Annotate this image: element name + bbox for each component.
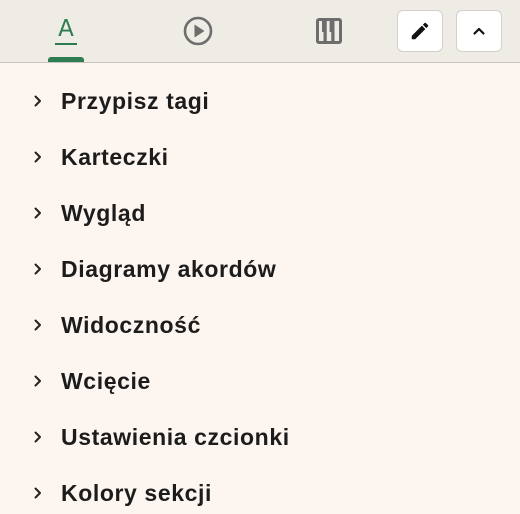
menu-item-label: Diagramy akordów [61, 255, 277, 282]
menu-item-label: Wygląd [61, 199, 146, 226]
chevron-up-icon [473, 27, 485, 35]
menu-item-label: Wcięcie [61, 367, 151, 394]
menu-item-visibility[interactable]: Widoczność [0, 297, 520, 353]
text-format-glyph: A [58, 15, 74, 42]
menu-item-chord-diagrams[interactable]: Diagramy akordów [0, 241, 520, 297]
chevron-right-icon [32, 151, 44, 163]
settings-menu: Przypisz tagi Karteczki Wygląd Diagramy … [0, 73, 520, 514]
menu-item-label: Widoczność [61, 311, 201, 338]
menu-item-label: Przypisz tagi [61, 87, 210, 114]
play-circle-icon [183, 16, 213, 46]
settings-panel: A Przypisz tagi Karteczki Wygląd Diagram… [0, 0, 520, 514]
chevron-right-icon [32, 95, 44, 107]
menu-item-label: Ustawienia czcionki [61, 423, 290, 450]
chevron-right-icon [32, 319, 44, 331]
pencil-icon [411, 22, 429, 40]
tab-text-format[interactable]: A [36, 0, 96, 62]
menu-item-section-colors[interactable]: Kolory sekcji [0, 465, 520, 514]
chevron-right-icon [32, 375, 44, 387]
menu-item-indent[interactable]: Wcięcie [0, 353, 520, 409]
tab-playback[interactable] [168, 0, 228, 62]
active-tab-indicator [48, 57, 84, 62]
menu-item-assign-tags[interactable]: Przypisz tagi [0, 73, 520, 129]
collapse-button[interactable] [456, 10, 502, 52]
menu-item-appearance[interactable]: Wygląd [0, 185, 520, 241]
chevron-right-icon [32, 263, 44, 275]
piano-icon [316, 18, 342, 44]
chevron-right-icon [32, 487, 44, 499]
menu-item-label: Kolory sekcji [61, 479, 212, 506]
menu-item-font-settings[interactable]: Ustawienia czcionki [0, 409, 520, 465]
menu-item-notes[interactable]: Karteczki [0, 129, 520, 185]
menu-item-label: Karteczki [61, 143, 169, 170]
text-format-icon: A [55, 15, 77, 45]
tab-piano[interactable] [299, 0, 359, 62]
tab-bar: A [0, 0, 520, 63]
chevron-right-icon [32, 207, 44, 219]
chevron-right-icon [32, 431, 44, 443]
edit-button[interactable] [397, 10, 443, 52]
